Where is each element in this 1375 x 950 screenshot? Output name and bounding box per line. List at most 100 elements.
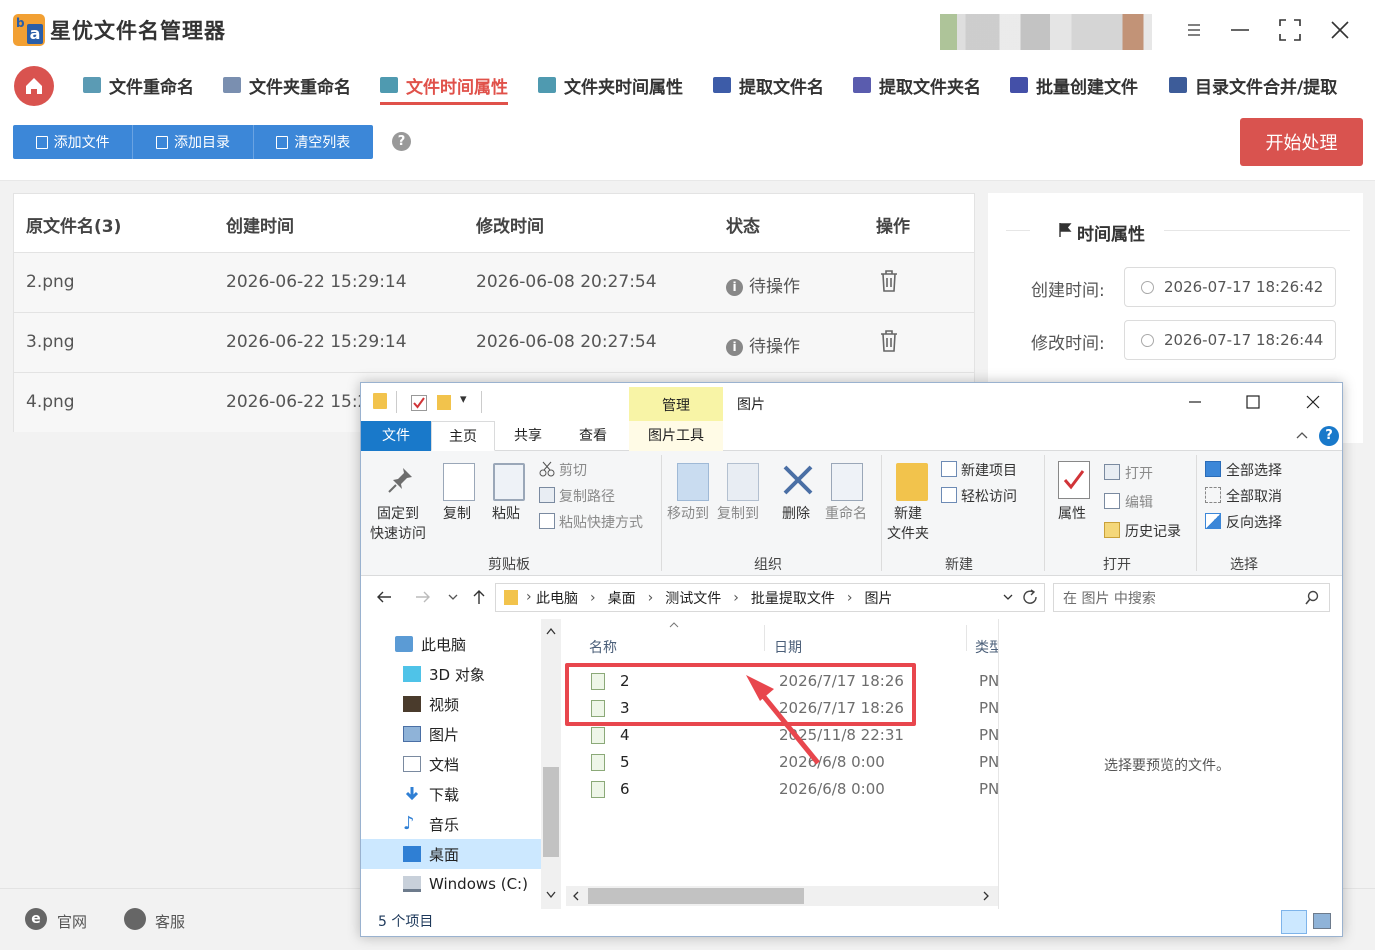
- rename-button[interactable]: 重命名: [825, 503, 867, 523]
- tab-file-rename[interactable]: 文件重命名: [83, 70, 194, 100]
- select-all-button[interactable]: 全部选择: [1226, 460, 1282, 480]
- delete-row-icon[interactable]: [878, 329, 900, 353]
- scroll-down-icon[interactable]: [546, 891, 556, 899]
- preview-pane: 选择要预览的文件。: [998, 619, 1342, 909]
- delete-button[interactable]: 删除: [782, 503, 810, 523]
- column-header-type[interactable]: 类型: [975, 637, 998, 657]
- chat-icon[interactable]: [124, 908, 146, 930]
- modified-time-input[interactable]: 2026-07-17 18:26:44: [1124, 320, 1336, 360]
- nav-item-windows-c[interactable]: Windows (C:): [361, 869, 541, 899]
- easy-access-button[interactable]: 轻松访问: [961, 486, 1017, 506]
- tab-merge-extract-dir[interactable]: 目录文件合并/提取: [1169, 70, 1337, 100]
- back-arrow-icon[interactable]: [375, 588, 393, 606]
- paste-shortcut-button[interactable]: 粘贴快捷方式: [559, 512, 643, 532]
- copy-button[interactable]: 复制: [443, 503, 471, 523]
- website-icon[interactable]: e: [25, 908, 47, 930]
- invert-selection-button[interactable]: 反向选择: [1226, 512, 1282, 532]
- minimize-icon[interactable]: [1183, 391, 1207, 413]
- nav-pane-scrollbar[interactable]: [541, 619, 561, 909]
- new-folder-button[interactable]: 新建: [894, 503, 922, 523]
- manage-contextual-tab[interactable]: 管理: [629, 387, 723, 421]
- column-header-name[interactable]: 名称: [589, 637, 617, 657]
- start-processing-button[interactable]: 开始处理: [1240, 118, 1363, 166]
- address-bar[interactable]: › 此电脑 › 桌面 › 测试文件 › 批量提取文件 › 图片: [495, 583, 1045, 612]
- ribbon-tab-file[interactable]: 文件: [361, 421, 431, 451]
- ribbon-tab-picture-tools[interactable]: 图片工具: [629, 421, 723, 451]
- nav-item-documents[interactable]: 文档: [361, 749, 541, 779]
- close-icon[interactable]: [1301, 391, 1325, 413]
- copy-path-button[interactable]: 复制路径: [559, 486, 615, 506]
- pin-quick-access-button[interactable]: 固定到: [377, 503, 419, 523]
- new-item-button[interactable]: 新建项目: [961, 460, 1017, 480]
- column-header-date[interactable]: 日期: [774, 637, 802, 657]
- tab-file-time-attributes[interactable]: 文件时间属性: [380, 70, 508, 105]
- details-view-icon[interactable]: [1281, 910, 1307, 934]
- scroll-thumb[interactable]: [543, 767, 559, 857]
- up-arrow-icon[interactable]: [471, 588, 487, 606]
- history-button[interactable]: 历史记录: [1125, 521, 1181, 541]
- tab-folder-rename[interactable]: 文件夹重命名: [223, 70, 351, 100]
- nav-item-3d-objects[interactable]: 3D 对象: [361, 659, 541, 689]
- table-row[interactable]: 3.png 2026-06-22 15:29:14 2026-06-08 20:…: [14, 312, 974, 372]
- breadcrumb-pictures[interactable]: 图片: [864, 588, 892, 608]
- list-item[interactable]: 6 2026/6/8 0:00 PN: [576, 777, 999, 804]
- scroll-thumb[interactable]: [588, 888, 804, 904]
- minimize-icon[interactable]: [1226, 16, 1254, 44]
- edit-button[interactable]: 编辑: [1125, 492, 1153, 512]
- move-to-button[interactable]: 移动到: [667, 503, 709, 523]
- nav-item-videos[interactable]: 视频: [361, 689, 541, 719]
- menu-icon[interactable]: [1180, 16, 1208, 44]
- breadcrumb-desktop[interactable]: 桌面: [608, 588, 636, 608]
- breadcrumb-this-pc[interactable]: 此电脑: [536, 588, 578, 608]
- tab-extract-foldername[interactable]: 提取文件夹名: [853, 70, 981, 100]
- nav-item-desktop[interactable]: 桌面: [361, 839, 541, 869]
- properties-button[interactable]: 属性: [1058, 503, 1086, 523]
- add-file-button[interactable]: 添加文件: [13, 125, 134, 159]
- nav-item-music[interactable]: ♪ 音乐: [361, 809, 541, 839]
- website-link[interactable]: 官网: [57, 911, 87, 932]
- select-none-button[interactable]: 全部取消: [1226, 486, 1282, 506]
- ribbon-tab-home[interactable]: 主页: [431, 421, 495, 451]
- maximize-icon[interactable]: [1241, 391, 1265, 413]
- table-row[interactable]: 2.png 2026-06-22 15:29:14 2026-06-08 20:…: [14, 252, 974, 312]
- quick-access-dropdown-icon[interactable]: ▾: [460, 392, 467, 407]
- maximize-icon[interactable]: [1276, 16, 1304, 44]
- close-icon[interactable]: [1326, 16, 1354, 44]
- cut-button[interactable]: 剪切: [559, 460, 587, 480]
- large-icons-view-icon[interactable]: [1313, 913, 1331, 929]
- tab-batch-create-files[interactable]: 批量创建文件: [1010, 70, 1138, 100]
- created-time-input[interactable]: 2026-07-17 18:26:42: [1124, 267, 1336, 307]
- paste-button[interactable]: 粘贴: [492, 503, 520, 523]
- clear-list-button[interactable]: 清空列表: [254, 125, 373, 159]
- refresh-icon[interactable]: [1021, 588, 1039, 606]
- customer-service-link[interactable]: 客服: [155, 911, 185, 932]
- address-dropdown-icon[interactable]: [1002, 592, 1014, 602]
- collapse-ribbon-icon[interactable]: [1295, 429, 1309, 441]
- new-folder-small-icon[interactable]: [437, 395, 451, 410]
- ribbon-tab-share[interactable]: 共享: [501, 421, 555, 451]
- tab-folder-time-attributes[interactable]: 文件夹时间属性: [538, 70, 683, 100]
- open-button[interactable]: 打开: [1125, 463, 1153, 483]
- add-directory-button[interactable]: 添加目录: [133, 125, 254, 159]
- properties-check-icon[interactable]: [411, 395, 427, 411]
- scroll-right-icon[interactable]: [982, 891, 990, 901]
- copy-to-button[interactable]: 复制到: [717, 503, 759, 523]
- delete-row-icon[interactable]: [878, 269, 900, 293]
- scroll-left-icon[interactable]: [572, 891, 580, 901]
- home-button[interactable]: [14, 66, 54, 106]
- help-icon[interactable]: ?: [1319, 426, 1339, 446]
- breadcrumb-batch-extract[interactable]: 批量提取文件: [751, 588, 835, 608]
- scroll-up-icon[interactable]: [546, 627, 556, 635]
- search-input[interactable]: 在 图片 中搜索: [1053, 583, 1330, 612]
- help-icon[interactable]: ?: [392, 132, 411, 151]
- recent-locations-chevron-icon[interactable]: [447, 592, 459, 602]
- forward-arrow-icon[interactable]: [414, 588, 432, 606]
- ribbon-tab-view[interactable]: 查看: [566, 421, 620, 451]
- file-list-scrollbar[interactable]: [566, 886, 998, 906]
- nav-item-pictures[interactable]: 图片: [361, 719, 541, 749]
- breadcrumb-test-files[interactable]: 测试文件: [665, 588, 721, 608]
- tab-extract-filename[interactable]: 提取文件名: [713, 70, 824, 100]
- user-avatar-blurred[interactable]: [940, 14, 1152, 50]
- nav-item-this-pc[interactable]: 此电脑: [361, 629, 541, 659]
- nav-item-downloads[interactable]: 下载: [361, 779, 541, 809]
